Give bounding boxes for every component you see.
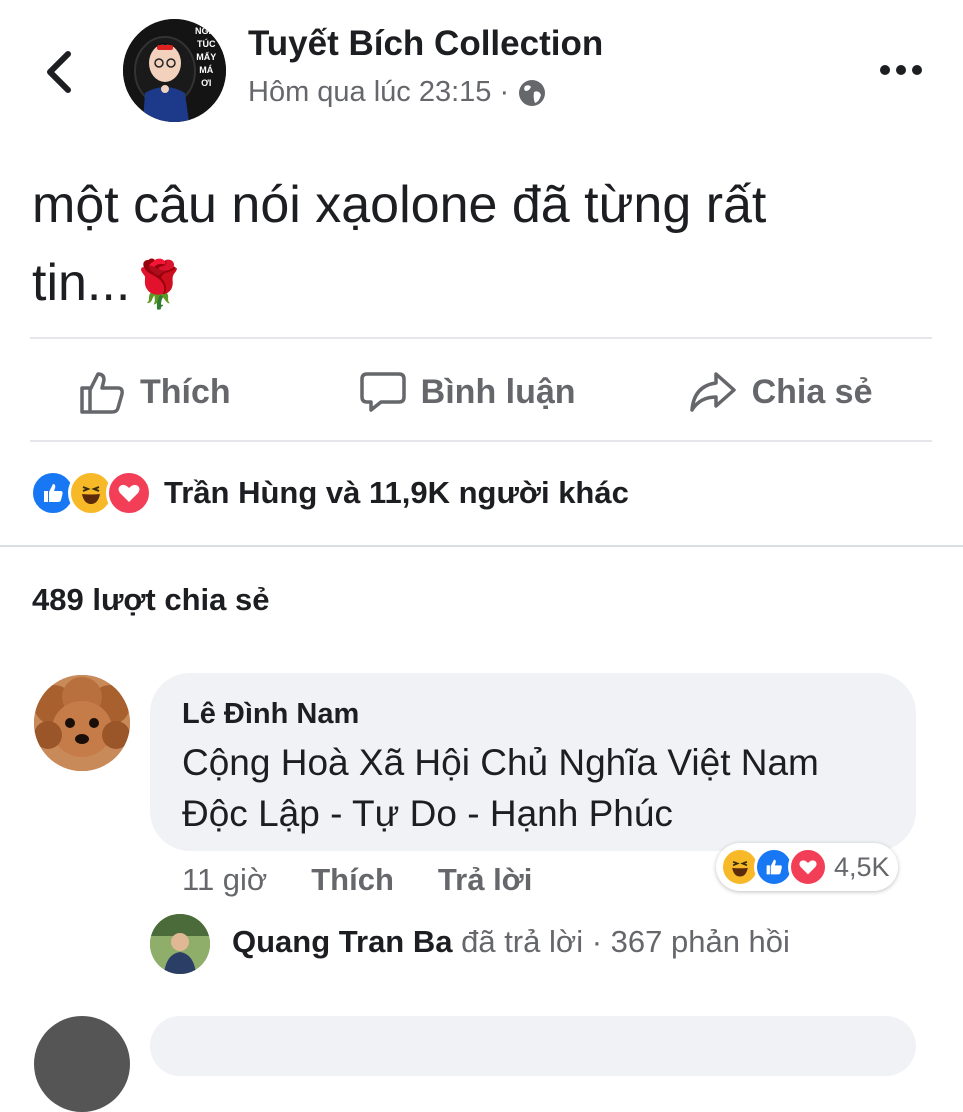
- reply-summary-text: đã trả lời · 367 phản hồi: [452, 924, 790, 959]
- comment-reaction-count: 4,5K: [834, 851, 890, 882]
- commenter-avatar[interactable]: [34, 675, 130, 771]
- avatar-text-3: MẤY: [196, 52, 217, 62]
- reactions-summary-text: Trần Hùng và 11,9K người khác: [164, 475, 629, 510]
- thumbs-up-icon: [80, 372, 124, 414]
- avatar-text-1: NGHỈ: [195, 26, 218, 36]
- globe-icon: [519, 79, 546, 106]
- comment-text-line-2: Độc Lập - Tự Do - Hạnh Phúc: [182, 793, 673, 834]
- comment-meta: 11 giờ Thích Trả lời: [182, 862, 532, 898]
- avatar-text-5: ƠI: [201, 78, 212, 88]
- comment-bubble-icon: [359, 372, 406, 412]
- rose-emoji: 🌹: [130, 258, 188, 310]
- comment-label: Bình luận: [420, 372, 576, 411]
- share-count[interactable]: 489 lượt chia sẻ: [32, 582, 270, 618]
- post-text: một câu nói xạolone đã từng rất tin...🌹: [32, 166, 912, 323]
- post-timestamp[interactable]: Hôm qua lúc 23:15: [248, 76, 491, 109]
- comment-reply-button[interactable]: Trả lời: [438, 862, 532, 898]
- reactions-summary[interactable]: Trần Hùng và 11,9K người khác: [30, 470, 629, 516]
- replier-name: Quang Tran Ba: [232, 924, 453, 959]
- comment-button[interactable]: Bình luận: [359, 368, 576, 416]
- back-button[interactable]: [40, 48, 80, 96]
- next-comment-bubble: [150, 1016, 916, 1076]
- chevron-left-icon: [47, 51, 71, 93]
- action-bar: Thích Bình luận Chia sẻ: [30, 344, 932, 440]
- post-text-line-1: một câu nói xạolone đã từng rất: [32, 176, 767, 234]
- comment-author[interactable]: Lê Đình Nam: [182, 698, 359, 731]
- more-dots-icon: [880, 65, 922, 75]
- section-separator: [0, 545, 963, 547]
- meta-separator: ·: [499, 76, 510, 108]
- page-name-link[interactable]: Tuyết Bích Collection: [248, 24, 603, 64]
- share-label: Chia sẻ: [751, 372, 873, 411]
- avatar-text-4: MÁ: [199, 65, 214, 75]
- replier-avatar[interactable]: [150, 914, 210, 974]
- post-text-line-2: tin...: [32, 254, 131, 312]
- love-reaction-icon: [788, 847, 828, 887]
- reply-summary[interactable]: Quang Tran Ba đã trả lời · 367 phản hồi: [232, 924, 790, 960]
- comment-reactions[interactable]: 4,5K: [716, 843, 898, 891]
- avatar-image: [150, 914, 210, 974]
- comment-like-button[interactable]: Thích: [311, 862, 394, 898]
- page-avatar[interactable]: NGHỈ TÚC MẤY MÁ ƠI: [123, 19, 226, 122]
- share-arrow-icon: [689, 372, 736, 412]
- next-commenter-avatar[interactable]: [34, 1016, 130, 1112]
- comment-text-line-1: Cộng Hoà Xã Hội Chủ Nghĩa Việt Nam: [182, 742, 819, 783]
- love-reaction-icon: [106, 470, 152, 516]
- share-button[interactable]: Chia sẻ: [688, 368, 873, 416]
- post-meta: Hôm qua lúc 23:15 ·: [248, 76, 547, 109]
- divider-bottom: [30, 440, 932, 442]
- more-options-button[interactable]: [878, 60, 924, 80]
- avatar-text-2: TÚC: [197, 39, 216, 49]
- comment-time[interactable]: 11 giờ: [182, 862, 267, 898]
- like-label: Thích: [140, 372, 231, 411]
- like-button[interactable]: Thích: [78, 368, 231, 416]
- avatar-image: [34, 675, 130, 771]
- divider-top: [30, 337, 932, 339]
